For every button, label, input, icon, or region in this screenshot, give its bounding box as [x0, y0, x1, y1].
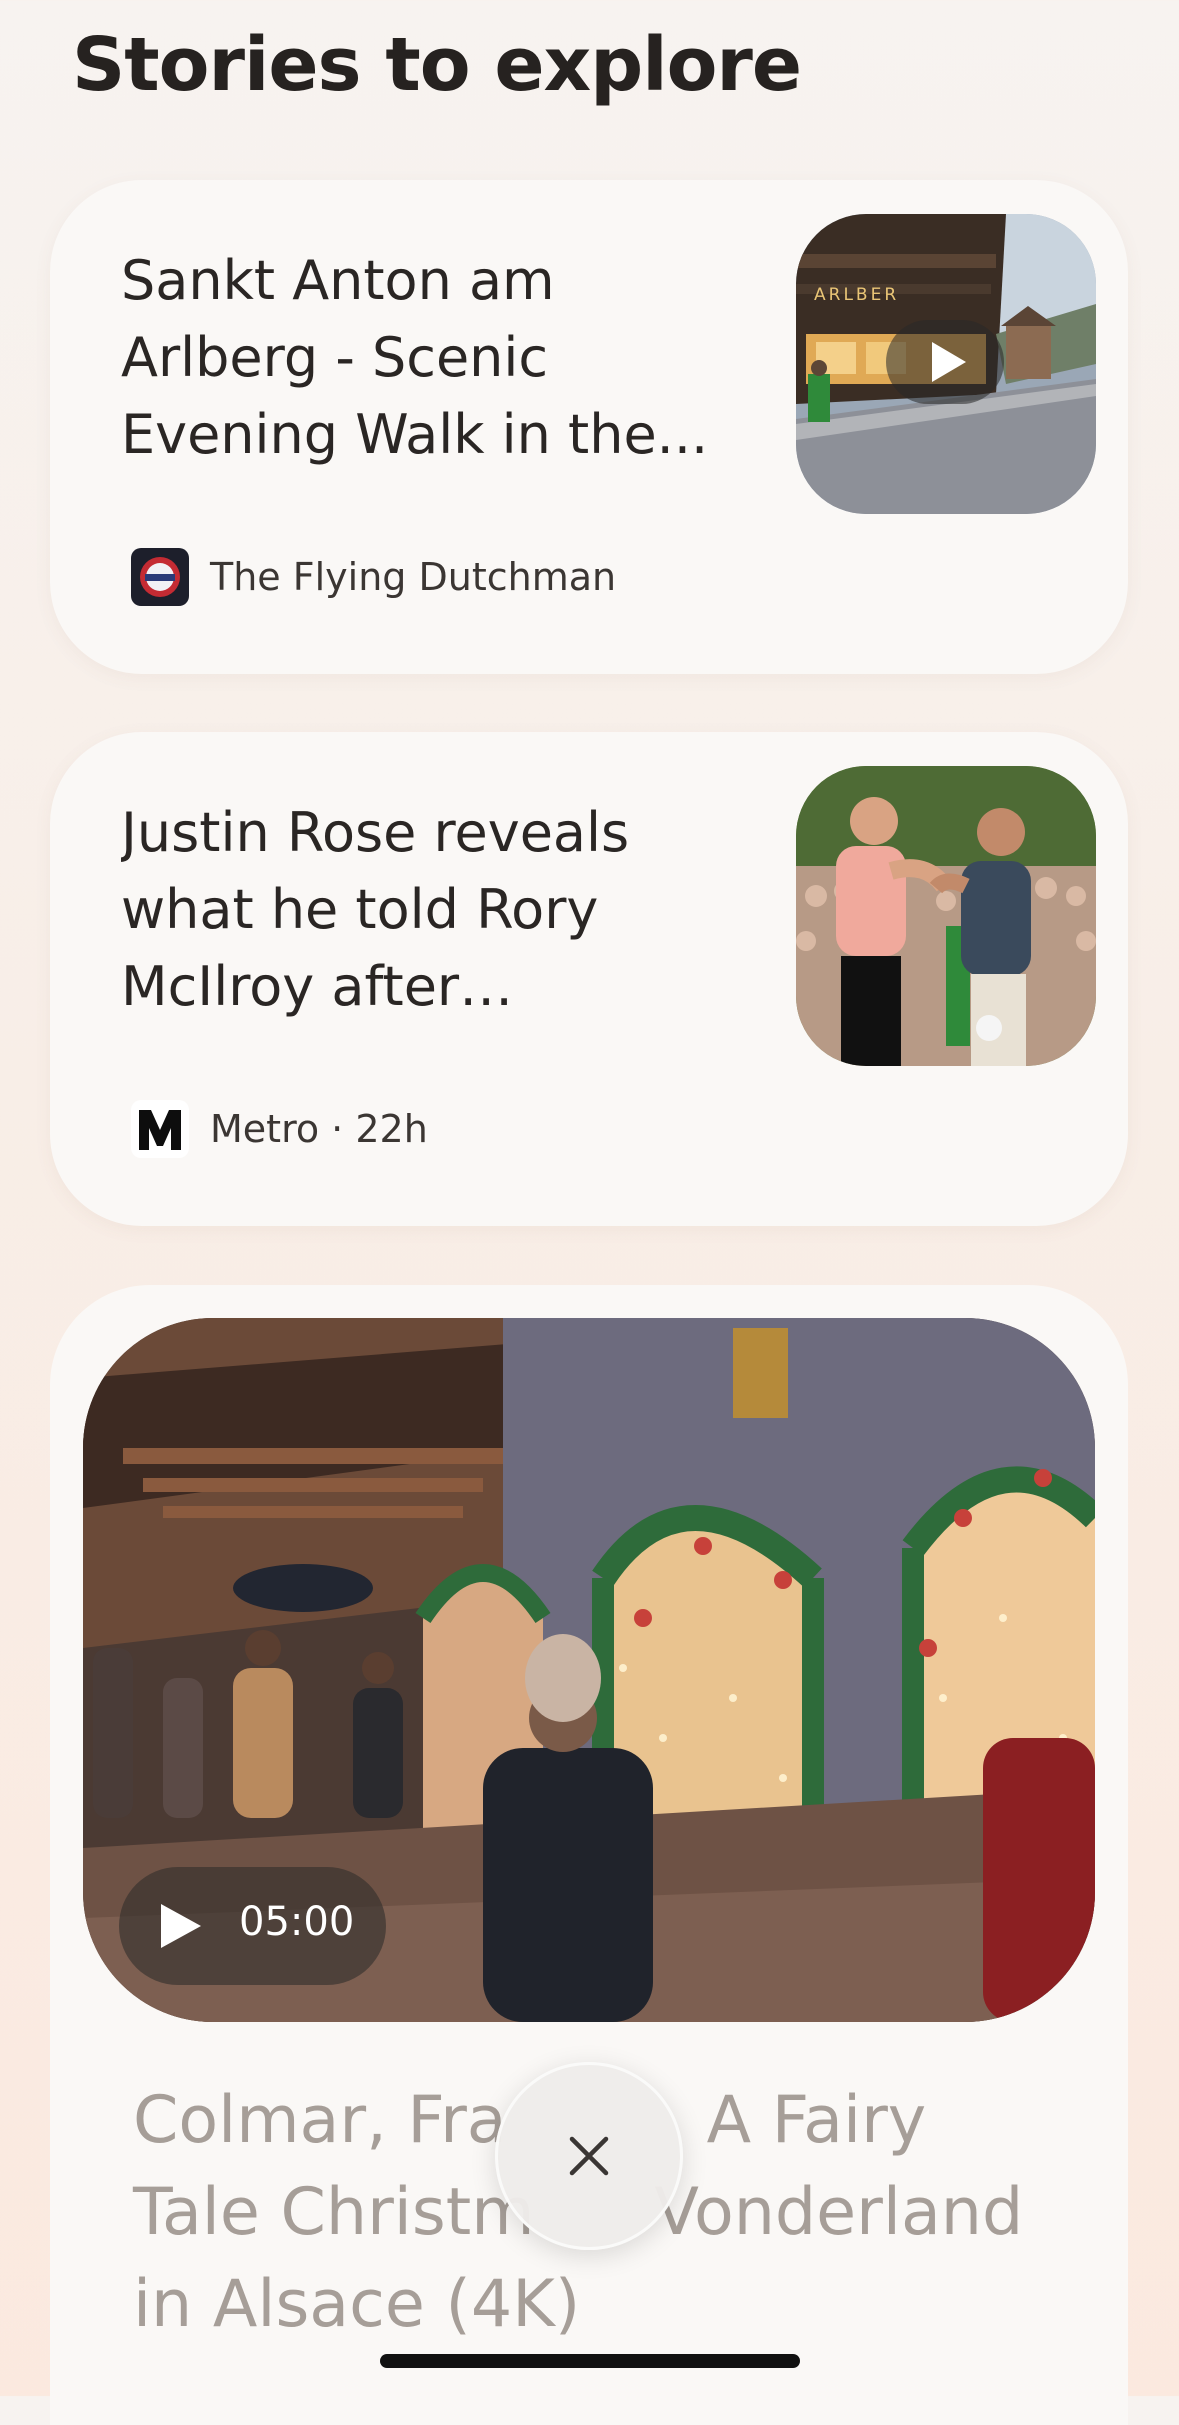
source-name: The Flying Dutchman: [210, 555, 617, 599]
duration-text: 05:00: [239, 1899, 355, 1945]
close-button[interactable]: [495, 2062, 683, 2250]
story-source[interactable]: Metro · 22h: [131, 1100, 428, 1158]
story-thumbnail[interactable]: ARLBER: [796, 214, 1096, 514]
hotel-sign: ARLBER: [814, 285, 899, 305]
title-segment: Colmar, Fra: [133, 2083, 507, 2158]
story-thumbnail[interactable]: [796, 766, 1096, 1066]
title-segment: Tale Christm: [133, 2175, 535, 2250]
metro-logo: [131, 1100, 189, 1158]
story-title[interactable]: Sankt Anton am Arlberg - Scenic Evening …: [121, 242, 721, 473]
golfers-handshake-image: [796, 766, 1096, 1066]
play-button[interactable]: [886, 320, 1004, 404]
page-title: Stories to explore: [72, 22, 802, 108]
home-indicator[interactable]: [380, 2354, 800, 2368]
story-source[interactable]: The Flying Dutchman: [131, 548, 616, 606]
story-card-justin-rose[interactable]: Justin Rose reveals what he told Rory Mc…: [50, 732, 1128, 1226]
source-name: Metro · 22h: [210, 1107, 428, 1151]
flying-dutchman-logo: [131, 548, 189, 606]
video-thumbnail[interactable]: 05:00: [83, 1318, 1095, 2022]
story-title[interactable]: Justin Rose reveals what he told Rory Mc…: [121, 794, 721, 1025]
title-segment: A Fairy: [706, 2083, 927, 2158]
video-story-card[interactable]: 05:00 Colmar, Fra A Fairy Tale Christm Von…: [50, 1285, 1128, 2425]
video-duration-badge[interactable]: 05:00: [119, 1867, 386, 1985]
close-icon: [569, 2136, 609, 2176]
play-icon: [161, 1904, 201, 1948]
play-icon: [932, 342, 966, 382]
title-segment: Vonderland: [654, 2175, 1024, 2250]
story-card-st-anton[interactable]: Sankt Anton am Arlberg - Scenic Evening …: [50, 180, 1128, 674]
title-segment: in Alsace (4K): [133, 2267, 581, 2342]
